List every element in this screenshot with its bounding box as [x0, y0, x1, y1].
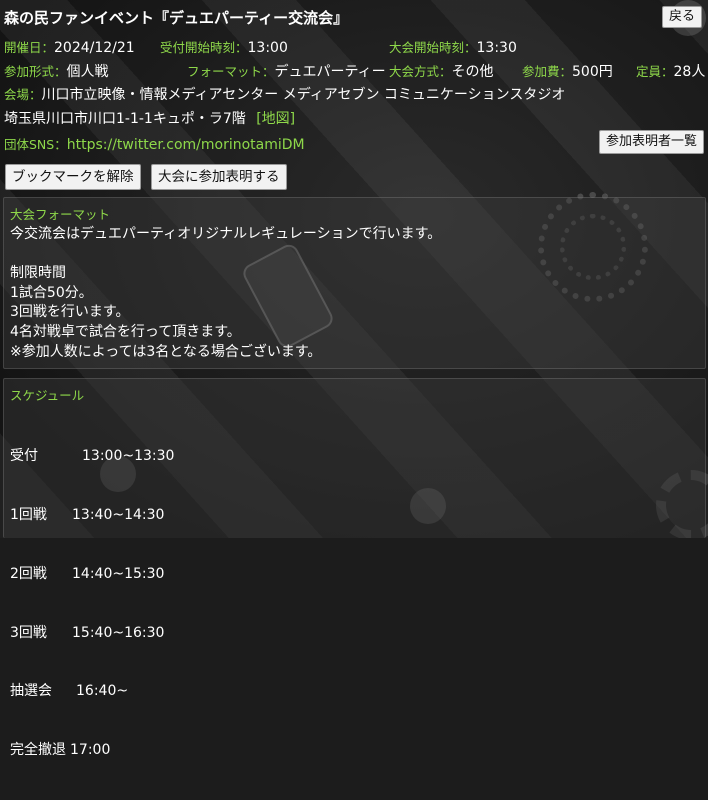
venue-row: 会場：川口市立映像・情報メディアセンター メディアセブン コミュニケーションスタ…: [4, 84, 565, 104]
fee-row: 参加費：500円: [522, 61, 613, 81]
schedule-section: スケジュール 受付 13:00~13:30 1回戦 13:40~14:30 2回…: [3, 378, 706, 758]
schedule-item-time: 15:40~16:30: [72, 624, 165, 641]
schedule-item-name: 抽選会: [10, 683, 52, 700]
schedule-item: 抽選会 16:40~: [10, 682, 174, 702]
schedule-item: 受付 13:00~13:30: [10, 447, 174, 467]
back-button[interactable]: 戻る: [661, 6, 702, 28]
page-title: 森の民ファンイベント『デュエパーティー交流会』: [4, 9, 349, 27]
schedule-item-name: 1回戦: [10, 506, 47, 523]
sns-link[interactable]: https://twitter.com/morinotamiDM: [67, 137, 305, 153]
date-label: 開催日：: [4, 40, 55, 55]
join-tournament-button[interactable]: 大会に参加表明する: [151, 164, 287, 190]
venue-label: 会場：: [4, 87, 42, 102]
venue-value: 川口市立映像・情報メディアセンター メディアセブン コミュニケーションスタジオ: [41, 87, 566, 103]
format-label: フォーマット：: [187, 64, 275, 79]
fee-value: 500円: [572, 64, 613, 80]
schedule-item-time: 14:40~15:30: [72, 565, 165, 582]
address-row: 埼玉県川口市川口1-1-1キュポ・ラ7階 [地図]: [4, 108, 295, 128]
start-row: 大会開始時刻：13:30: [389, 37, 517, 56]
method-value: その他: [451, 64, 494, 80]
capacity-row: 定員：28人: [636, 61, 705, 81]
reception-row: 受付開始時刻：13:00: [160, 37, 288, 56]
schedule-item: 2回戦 14:40~15:30: [10, 565, 174, 585]
format-section-body: 今交流会はデュエパーティオリジナルレギュレーションで行います。 制限時間 1試合…: [10, 226, 442, 360]
reception-label: 受付開始時刻：: [160, 40, 248, 55]
schedule-item: 3回戦 15:40~16:30: [10, 624, 174, 644]
schedule-item: 完全撤退 17:00: [10, 741, 174, 761]
schedule-item-name: 2回戦: [10, 565, 47, 582]
sns-label: 団体SNS：: [4, 137, 67, 152]
start-value: 13:30: [476, 40, 517, 56]
sns-row: 団体SNS：https://twitter.com/morinotamiDM: [4, 134, 305, 153]
schedule-item-time: 17:00: [70, 742, 111, 759]
remove-bookmark-button[interactable]: ブックマークを解除: [5, 164, 141, 190]
method-label: 大会方式：: [389, 64, 452, 79]
format-section-title: 大会フォーマット: [10, 207, 111, 222]
format-section: 大会フォーマット 今交流会はデュエパーティオリジナルレギュレーションで行います。…: [3, 197, 706, 369]
schedule-item-time: 13:40~14:30: [72, 506, 165, 523]
schedule-item-name: 受付: [10, 448, 38, 465]
format-value: デュエパーティー: [274, 64, 386, 80]
entry-type-value: 個人戦: [66, 64, 109, 80]
schedule-item-name: 3回戦: [10, 624, 47, 641]
date-row: 開催日：2024/12/21: [4, 37, 135, 56]
start-label: 大会開始時刻：: [389, 40, 477, 55]
schedule-item-time: 13:00~13:30: [82, 448, 175, 465]
schedule-item-time: 16:40~: [76, 683, 129, 700]
schedule-list: 受付 13:00~13:30 1回戦 13:40~14:30 2回戦 14:40…: [10, 408, 174, 800]
fee-label: 参加費：: [522, 64, 573, 79]
map-link[interactable]: [地図]: [256, 111, 295, 127]
entry-type-label: 参加形式：: [4, 64, 67, 79]
reception-value: 13:00: [247, 40, 288, 56]
method-row: 大会方式：その他: [389, 61, 494, 81]
event-detail-page: 森の民ファンイベント『デュエパーティー交流会』 戻る 開催日：2024/12/2…: [0, 0, 708, 758]
entry-type-row: 参加形式：個人戦: [4, 61, 109, 81]
date-value: 2024/12/21: [54, 40, 135, 56]
schedule-item-name: 完全撤退: [10, 742, 66, 759]
participants-list-button[interactable]: 参加表明者一覧: [598, 130, 704, 154]
schedule-item: 1回戦 13:40~14:30: [10, 506, 174, 526]
capacity-value: 28人: [673, 64, 706, 80]
format-row: フォーマット：デュエパーティー: [187, 61, 386, 81]
address-value: 埼玉県川口市川口1-1-1キュポ・ラ7階: [4, 111, 246, 127]
capacity-label: 定員：: [636, 64, 674, 79]
schedule-section-title: スケジュール: [10, 388, 85, 403]
